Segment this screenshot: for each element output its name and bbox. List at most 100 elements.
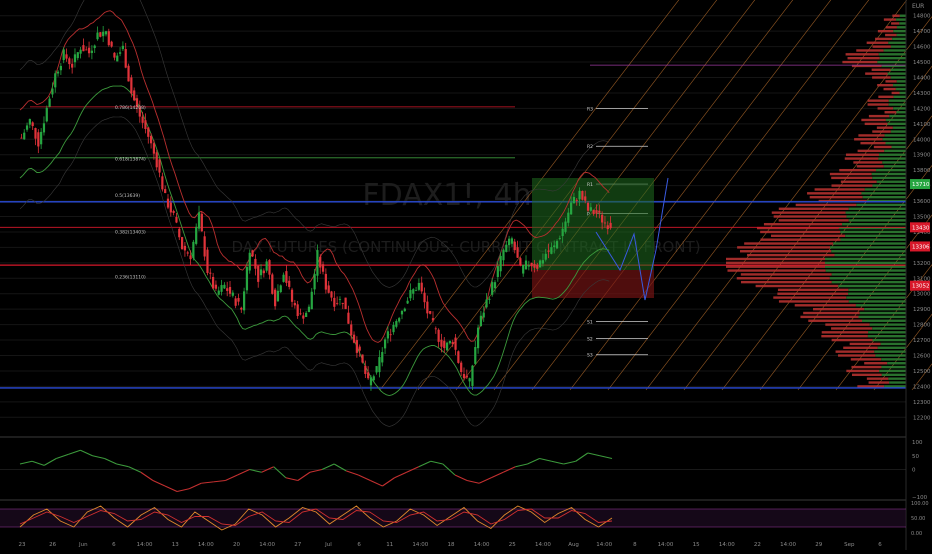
candle-body: [412, 289, 415, 294]
time-tick-label: 22: [754, 542, 761, 548]
time-tick-label: 14:00: [780, 542, 796, 548]
candle-body: [451, 341, 454, 345]
time-tick-label: Jul: [324, 542, 332, 548]
candle-body: [324, 273, 327, 290]
candle-body: [539, 260, 542, 268]
candle-body: [581, 190, 584, 200]
candle-body: [262, 270, 265, 274]
volume-bar-sell: [854, 138, 883, 141]
candle-body: [183, 245, 187, 251]
trading-chart[interactable]: FDAX1!, 4h DAX FUTURES (CONTINUOUS: CURR…: [0, 0, 932, 550]
candle-body: [527, 265, 530, 267]
volume-bar-buy: [893, 95, 906, 99]
volume-bar-sell: [760, 230, 841, 234]
price-tick-label: 12800: [913, 323, 931, 329]
volume-bar-buy: [899, 14, 906, 17]
volume-bar-sell: [831, 338, 873, 342]
volume-bar-buy: [887, 72, 906, 75]
volume-bar-buy: [883, 165, 906, 168]
candle-body: [485, 299, 488, 308]
candle-body: [403, 308, 406, 312]
candle-body: [296, 304, 299, 316]
volume-bar-buy: [840, 230, 906, 234]
candle-body: [189, 255, 192, 260]
volume-bar-sell: [858, 134, 885, 137]
candle-body: [499, 255, 502, 272]
volume-bar-sell: [747, 253, 835, 257]
price-tick-label: 14500: [913, 60, 931, 66]
price-tick-label: 13900: [913, 153, 931, 159]
price-tick-label: 14000: [913, 137, 931, 143]
volume-bar-buy: [882, 161, 906, 164]
volume-bar-buy: [878, 53, 906, 56]
chart-canvas[interactable]: FDAX1!, 4h DAX FUTURES (CONTINUOUS: CURR…: [0, 0, 932, 550]
volume-bar-sell: [809, 195, 863, 199]
volume-bar-sell: [868, 381, 890, 384]
candle-body: [40, 131, 43, 145]
price-tick-label: 12500: [913, 369, 931, 375]
time-tick-label: 6: [357, 542, 361, 548]
volume-bar-buy: [882, 138, 906, 141]
volume-bar-sell: [864, 362, 888, 365]
volume-bar-sell: [877, 29, 894, 33]
volume-bar-sell: [829, 172, 872, 176]
volume-bar-sell: [891, 91, 900, 95]
time-tick-label: 11: [386, 542, 393, 548]
volume-bar-buy: [878, 153, 906, 156]
candle-body: [192, 241, 195, 259]
volume-bar-sell: [877, 107, 894, 110]
volume-bar-buy: [862, 319, 906, 322]
time-tick-label: 26: [49, 542, 56, 548]
candle-body: [355, 340, 358, 353]
volume-bar-sell: [873, 145, 892, 149]
volume-bar-buy: [825, 257, 906, 261]
volume-bar-sell: [866, 377, 889, 380]
candle-body: [130, 77, 133, 94]
volume-bar-buy: [872, 327, 906, 330]
volume-bar-sell: [864, 122, 888, 126]
volume-bar-sell: [825, 323, 870, 326]
volume-bar-buy: [855, 304, 906, 307]
volume-bar-sell: [847, 56, 880, 60]
time-tick-label: 6: [878, 542, 882, 548]
volume-bar-buy: [848, 292, 906, 295]
volume-bar-buy: [884, 385, 906, 388]
candle-body: [575, 199, 578, 201]
candle-body: [31, 122, 34, 127]
candle-body: [195, 226, 198, 244]
candle-body: [445, 342, 449, 351]
volume-bar-buy: [842, 223, 906, 226]
candle-body: [248, 252, 251, 271]
currency-label: EUR: [912, 3, 924, 10]
candle-body: [550, 247, 553, 254]
candle-body: [237, 297, 240, 302]
candle-body: [116, 55, 119, 62]
candle-body: [375, 366, 378, 373]
volume-bar-sell: [831, 176, 873, 180]
candle-body: [513, 241, 516, 251]
candle-body: [93, 45, 96, 49]
volume-bar-buy: [892, 37, 906, 41]
price-tick-label: 12600: [913, 354, 931, 360]
price-badge-text: 13430: [912, 225, 930, 231]
candle-body: [279, 285, 282, 293]
volume-bar-buy: [879, 369, 906, 373]
rsi-tick-label: 0: [912, 468, 916, 474]
volume-bar-buy: [864, 307, 906, 311]
volume-bar-buy: [899, 22, 906, 25]
candle-body: [259, 269, 263, 276]
candle-body: [90, 50, 93, 53]
volume-bar-buy: [888, 99, 906, 102]
volume-bar-sell: [856, 49, 884, 52]
fib-label: 0.236(13110): [115, 275, 146, 281]
candle-body: [254, 258, 257, 269]
candle-body: [476, 327, 480, 349]
price-tick-label: 14400: [913, 76, 931, 82]
candle-body: [71, 63, 74, 68]
candle-body: [437, 329, 440, 342]
candle-body: [110, 41, 113, 47]
candle-body: [34, 128, 37, 139]
volume-bar-buy: [848, 300, 906, 303]
candle-body: [28, 119, 31, 125]
volume-bar-buy: [881, 373, 906, 377]
